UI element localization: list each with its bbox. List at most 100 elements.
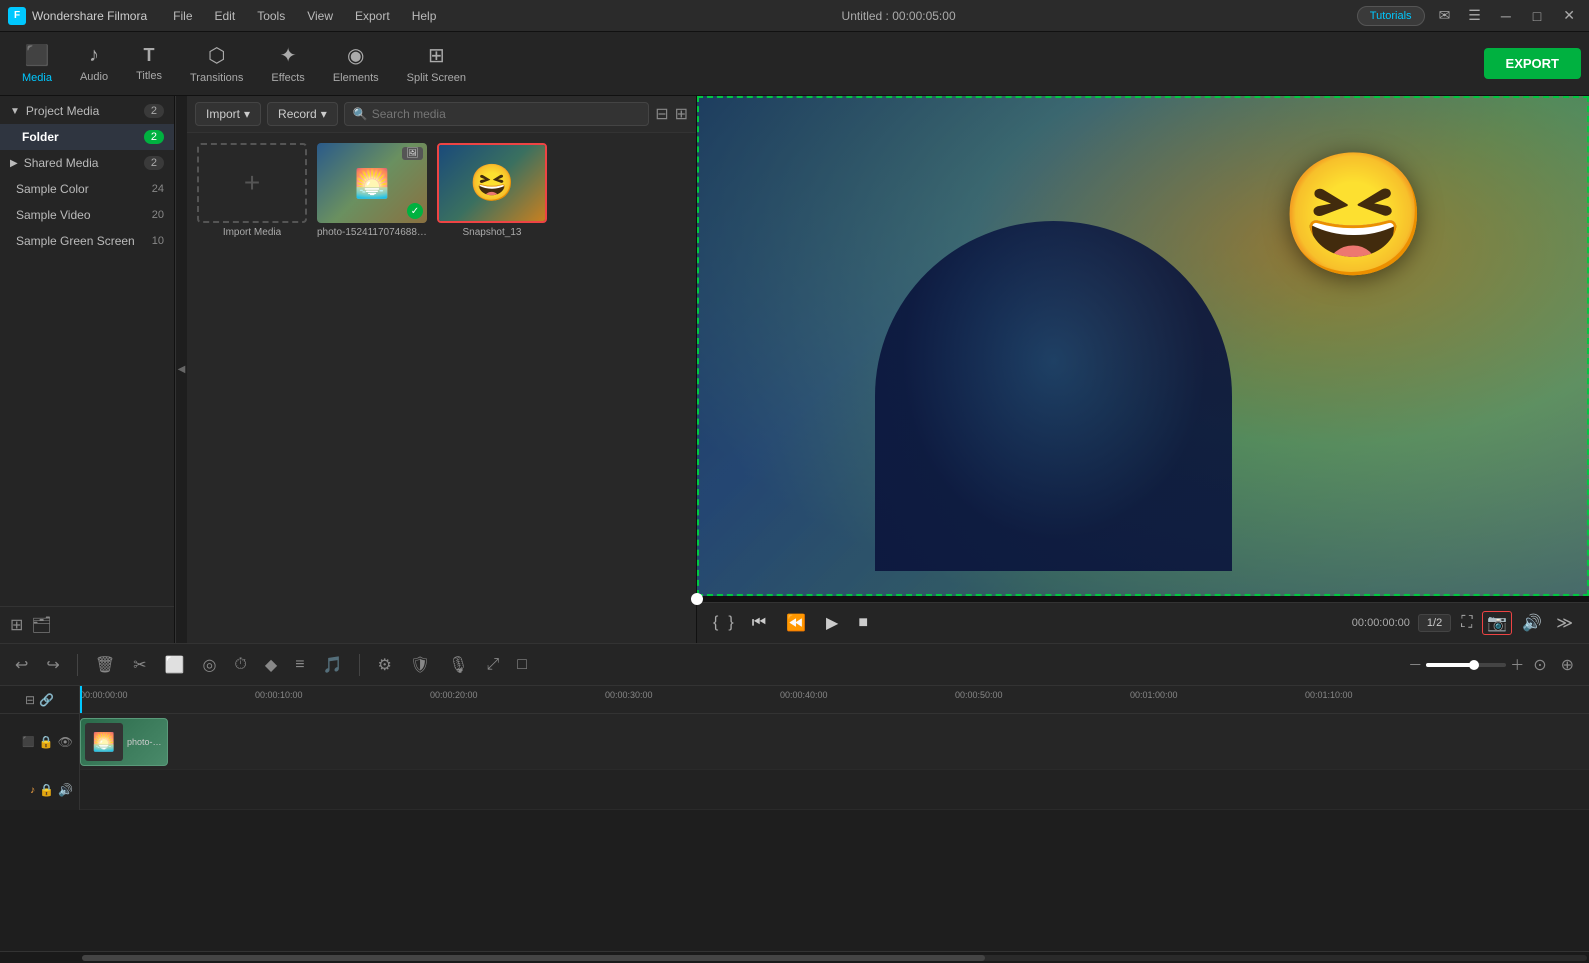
import-label: Import Media <box>223 227 281 238</box>
marker-end-icon[interactable]: } <box>724 612 737 634</box>
message-icon[interactable]: ✉ <box>1435 5 1455 26</box>
grid-view-icon[interactable]: ⊞ <box>675 104 688 124</box>
toolbar-audio[interactable]: ♪ Audio <box>66 40 122 87</box>
menu-export[interactable]: Export <box>351 5 394 27</box>
sidebar-item-sample-video[interactable]: Sample Video 20 <box>0 202 174 228</box>
audio-button[interactable]: 🎵 <box>318 652 348 678</box>
volume-icon[interactable]: 🔊 <box>1518 611 1546 635</box>
media-icon: ⬛ <box>25 43 50 68</box>
menu-help[interactable]: Help <box>408 5 441 27</box>
emoji-balloon: 😆 <box>1279 146 1428 286</box>
adjust-button[interactable]: ≡ <box>290 653 309 677</box>
sidebar-collapse-handle[interactable]: ◀ <box>175 96 187 643</box>
sidebar-item-sample-color[interactable]: Sample Color 24 <box>0 176 174 202</box>
redo-button[interactable]: ↪ <box>41 652 64 678</box>
tutorials-button[interactable]: Tutorials <box>1357 6 1425 26</box>
detach-icon[interactable]: ⤢ <box>481 653 504 677</box>
toolbar-titles[interactable]: T Titles <box>122 41 176 86</box>
shared-media-count: 2 <box>144 156 164 170</box>
menu-file[interactable]: File <box>169 5 196 27</box>
titlebar: F Wondershare Filmora File Edit Tools Vi… <box>0 0 1589 32</box>
sidebar-item-sample-green-screen[interactable]: Sample Green Screen 10 <box>0 228 174 254</box>
folder-icon[interactable]: 🗂 <box>31 615 51 635</box>
cut-button[interactable]: ✂ <box>128 652 151 678</box>
media-search-box[interactable]: 🔍 <box>344 102 649 126</box>
media-item-photo1[interactable]: 🌅 🖼 ✓ photo-15241170746881-... <box>317 143 427 238</box>
play-button[interactable]: ▶ <box>820 609 844 637</box>
photo-badge: 🖼 <box>402 147 423 160</box>
media-item-snapshot13[interactable]: 😆 Snapshot_13 <box>437 143 547 238</box>
import-media-item[interactable]: + Import Media <box>197 143 307 238</box>
shared-media-label: Shared Media <box>24 156 99 170</box>
import-dropdown[interactable]: Import ▾ <box>195 102 261 126</box>
keyframe-button[interactable]: ◆ <box>260 652 282 678</box>
photo1-thumb[interactable]: 🌅 🖼 ✓ <box>317 143 427 223</box>
fullscreen-icon[interactable]: ⛶ <box>1457 612 1476 634</box>
mic-icon[interactable]: 🎙 <box>443 652 473 678</box>
lock-icon[interactable]: 🔒 <box>39 735 54 749</box>
link-icon[interactable]: 🔗 <box>39 693 54 707</box>
duration-button[interactable]: ⏱ <box>229 653 251 677</box>
toolbar-media[interactable]: ⬛ Media <box>8 39 66 88</box>
effects-label: Effects <box>271 72 304 84</box>
toolbar-transitions[interactable]: ⬡ Transitions <box>176 39 257 88</box>
snap-icon[interactable]: ⊟ <box>25 693 35 707</box>
sidebar-item-shared-media[interactable]: ▶ Shared Media 2 <box>0 150 174 176</box>
subtitle-icon[interactable]: □ <box>512 653 532 677</box>
progress-bar[interactable] <box>697 596 1589 602</box>
sidebar-item-folder[interactable]: Folder 2 <box>0 124 174 150</box>
menu-tools[interactable]: Tools <box>253 5 289 27</box>
audio-lock-icon[interactable]: 🔒 <box>39 783 54 797</box>
toolbar-elements[interactable]: ◉ Elements <box>319 39 393 88</box>
zoom-out-icon[interactable]: － <box>1408 655 1422 675</box>
timeline-scrollbar <box>0 951 1589 963</box>
step-back-button[interactable]: ⏪ <box>780 609 812 637</box>
rotate-button[interactable]: ◎ <box>197 652 221 678</box>
new-folder-icon[interactable]: ⊞ <box>10 615 23 635</box>
scrollbar-track[interactable] <box>82 955 1587 961</box>
split-screen-label: Split Screen <box>407 72 466 84</box>
marker-start-icon[interactable]: { <box>709 612 722 634</box>
zoom-handle <box>1469 660 1479 670</box>
zoom-in-icon[interactable]: ＋ <box>1510 655 1524 675</box>
rewind-button[interactable]: ⏮ <box>746 610 772 636</box>
stop-button[interactable]: ■ <box>852 610 874 636</box>
shield-icon[interactable]: 🛡 <box>405 652 435 678</box>
preview-ratio-button[interactable]: 1/2 <box>1418 614 1451 632</box>
media-label: Media <box>22 72 52 84</box>
maximize-button[interactable]: □ <box>1527 6 1547 26</box>
sample-color-label: Sample Color <box>16 182 89 196</box>
import-placeholder[interactable]: + <box>197 143 307 223</box>
menu-edit[interactable]: Edit <box>211 5 240 27</box>
camera-icon[interactable]: 📷 <box>1482 611 1512 635</box>
scrollbar-thumb[interactable] <box>82 955 985 961</box>
zoom-slider[interactable] <box>1426 663 1506 667</box>
progress-handle[interactable] <box>691 593 703 605</box>
video-clip[interactable]: 🌅 photo-15241... <box>80 718 168 766</box>
menu-view[interactable]: View <box>303 5 337 27</box>
fit-icon[interactable]: ⊙ <box>1528 652 1551 678</box>
undo-button[interactable]: ↩ <box>10 652 33 678</box>
more-icon[interactable]: ≫ <box>1552 611 1577 635</box>
settings-icon[interactable]: ⚙ <box>372 652 396 678</box>
crop-button[interactable]: ⬜ <box>160 652 190 678</box>
toolbar-effects[interactable]: ✦ Effects <box>257 39 318 88</box>
close-button[interactable]: ✕ <box>1557 5 1581 26</box>
speaker-icon[interactable]: 🔊 <box>58 783 73 797</box>
export-button[interactable]: EXPORT <box>1484 48 1581 79</box>
add-track-icon[interactable]: ⊕ <box>1556 652 1579 678</box>
filter-icon[interactable]: ⊟ <box>655 104 668 124</box>
delete-button[interactable]: 🗑 <box>90 652 120 678</box>
minimize-button[interactable]: ─ <box>1495 6 1517 26</box>
search-input[interactable] <box>372 107 640 121</box>
import-label: Import <box>206 107 240 121</box>
menu-icon[interactable]: ☰ <box>1464 5 1485 26</box>
record-dropdown[interactable]: Record ▾ <box>267 102 338 126</box>
elements-label: Elements <box>333 72 379 84</box>
sidebar-item-project-media[interactable]: ▼ Project Media 2 <box>0 98 174 124</box>
separator <box>77 654 78 676</box>
eye-icon[interactable]: 👁 <box>58 735 73 749</box>
snapshot13-thumb[interactable]: 😆 <box>437 143 547 223</box>
toolbar-split-screen[interactable]: ⊞ Split Screen <box>393 39 480 88</box>
timeline-body: ⊟ 🔗 ⬛ 🔒 👁 ♪ 🔒 🔊 00:00:00:00 00:00:10:00 <box>0 686 1589 951</box>
